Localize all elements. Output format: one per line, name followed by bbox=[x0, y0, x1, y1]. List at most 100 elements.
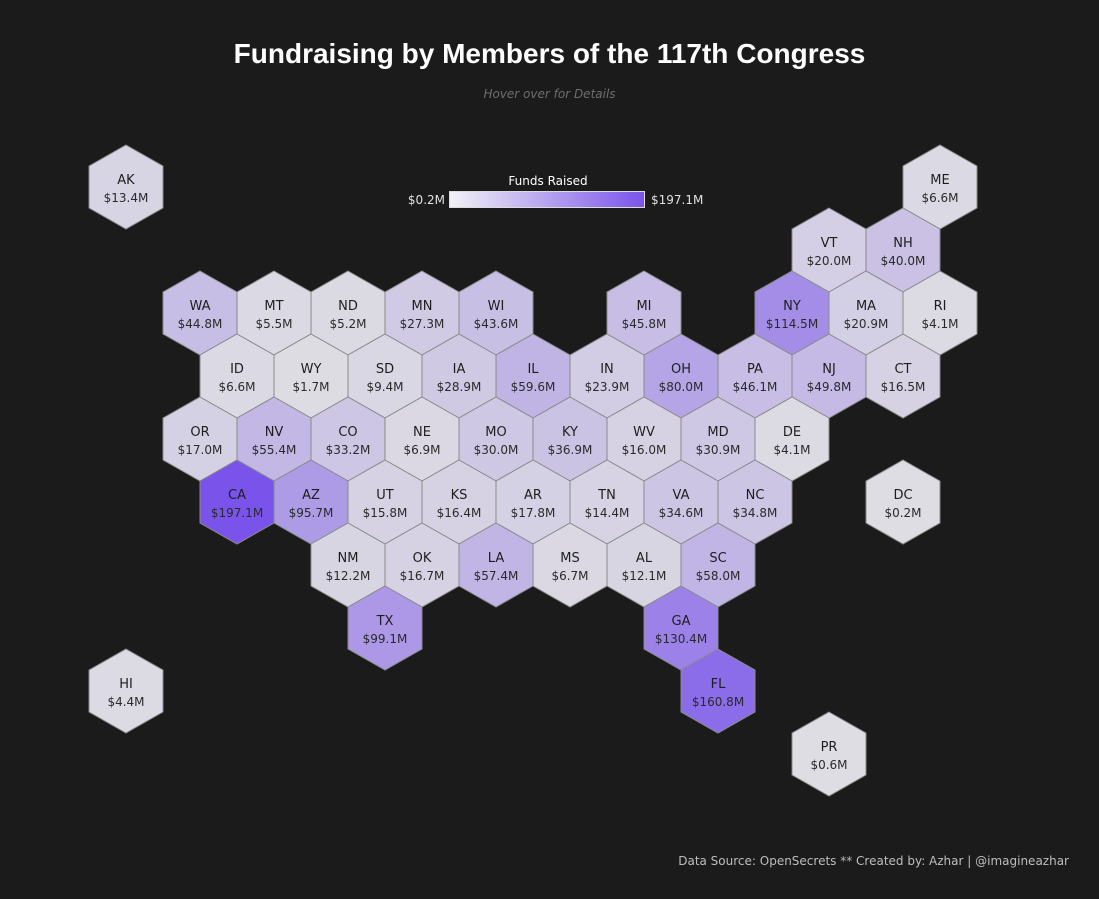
state-value-label: $16.5M bbox=[881, 380, 926, 394]
state-value-label: $57.4M bbox=[474, 569, 519, 583]
footer-credit: Data Source: OpenSecrets ** Created by: … bbox=[678, 854, 1069, 868]
state-code-label: CT bbox=[894, 362, 911, 377]
state-code-label: OK bbox=[413, 551, 432, 566]
state-code-label: MO bbox=[485, 425, 506, 440]
state-code-label: MD bbox=[707, 425, 728, 440]
state-value-label: $44.8M bbox=[178, 317, 223, 331]
state-value-label: $6.6M bbox=[921, 191, 958, 205]
state-value-label: $6.9M bbox=[403, 443, 440, 457]
state-code-label: NY bbox=[783, 299, 801, 314]
state-hex-dc[interactable]: DC $0.2M bbox=[865, 459, 941, 545]
state-value-label: $30.0M bbox=[474, 443, 519, 457]
state-code-label: DE bbox=[783, 425, 801, 440]
state-value-label: $99.1M bbox=[363, 632, 408, 646]
state-code-label: FL bbox=[711, 677, 726, 692]
state-code-label: NV bbox=[265, 425, 284, 440]
state-code-label: MN bbox=[412, 299, 433, 314]
state-value-label: $197.1M bbox=[211, 506, 263, 520]
state-value-label: $114.5M bbox=[766, 317, 818, 331]
state-value-label: $49.8M bbox=[807, 380, 852, 394]
state-value-label: $16.0M bbox=[622, 443, 667, 457]
state-value-label: $55.4M bbox=[252, 443, 297, 457]
state-value-label: $4.1M bbox=[921, 317, 958, 331]
state-code-label: HI bbox=[119, 677, 133, 692]
state-value-label: $4.1M bbox=[773, 443, 810, 457]
state-value-label: $27.3M bbox=[400, 317, 445, 331]
state-value-label: $5.5M bbox=[255, 317, 292, 331]
state-code-label: UT bbox=[376, 488, 394, 503]
state-hex-pr[interactable]: PR $0.6M bbox=[791, 711, 867, 797]
state-code-label: MT bbox=[264, 299, 283, 314]
state-code-label: IA bbox=[453, 362, 466, 377]
state-code-label: CA bbox=[228, 488, 246, 503]
state-value-label: $33.2M bbox=[326, 443, 371, 457]
state-code-label: IN bbox=[600, 362, 614, 377]
state-value-label: $40.0M bbox=[881, 254, 926, 268]
state-code-label: RI bbox=[934, 299, 947, 314]
state-value-label: $14.4M bbox=[585, 506, 630, 520]
state-code-label: WY bbox=[301, 362, 322, 377]
state-code-label: PR bbox=[821, 740, 838, 755]
state-code-label: MS bbox=[560, 551, 579, 566]
state-value-label: $34.8M bbox=[733, 506, 778, 520]
state-code-label: AZ bbox=[302, 488, 320, 503]
state-value-label: $13.4M bbox=[104, 191, 149, 205]
state-code-label: ND bbox=[338, 299, 358, 314]
state-code-label: WV bbox=[633, 425, 655, 440]
state-code-label: TX bbox=[376, 614, 394, 629]
state-code-label: KS bbox=[451, 488, 468, 503]
state-code-label: AL bbox=[636, 551, 653, 566]
state-code-label: SD bbox=[376, 362, 394, 377]
state-code-label: OH bbox=[671, 362, 691, 377]
state-value-label: $59.6M bbox=[511, 380, 556, 394]
state-code-label: VA bbox=[673, 488, 690, 503]
state-hex-ak[interactable]: AK $13.4M bbox=[88, 144, 164, 230]
state-code-label: IL bbox=[527, 362, 539, 377]
state-code-label: VT bbox=[821, 236, 838, 251]
state-value-label: $0.2M bbox=[884, 506, 921, 520]
state-code-label: TN bbox=[597, 488, 616, 503]
state-code-label: NJ bbox=[822, 362, 836, 377]
state-value-label: $95.7M bbox=[289, 506, 334, 520]
state-value-label: $46.1M bbox=[733, 380, 778, 394]
state-value-label: $43.6M bbox=[474, 317, 519, 331]
state-value-label: $9.4M bbox=[366, 380, 403, 394]
state-value-label: $1.7M bbox=[292, 380, 329, 394]
state-value-label: $20.0M bbox=[807, 254, 852, 268]
state-value-label: $16.4M bbox=[437, 506, 482, 520]
state-value-label: $20.9M bbox=[844, 317, 889, 331]
state-code-label: MA bbox=[856, 299, 876, 314]
state-code-label: MI bbox=[636, 299, 651, 314]
state-value-label: $58.0M bbox=[696, 569, 741, 583]
state-code-label: ID bbox=[230, 362, 244, 377]
state-value-label: $6.6M bbox=[218, 380, 255, 394]
state-value-label: $6.7M bbox=[551, 569, 588, 583]
state-value-label: $15.8M bbox=[363, 506, 408, 520]
state-code-label: CO bbox=[338, 425, 357, 440]
state-code-label: NH bbox=[893, 236, 913, 251]
state-code-label: NE bbox=[413, 425, 431, 440]
state-hex-hi[interactable]: HI $4.4M bbox=[88, 648, 164, 734]
state-value-label: $17.0M bbox=[178, 443, 223, 457]
state-value-label: $36.9M bbox=[548, 443, 593, 457]
state-code-label: SC bbox=[709, 551, 726, 566]
state-value-label: $5.2M bbox=[329, 317, 366, 331]
state-code-label: WA bbox=[189, 299, 210, 314]
state-code-label: DC bbox=[893, 488, 912, 503]
state-value-label: $45.8M bbox=[622, 317, 667, 331]
state-value-label: $28.9M bbox=[437, 380, 482, 394]
state-code-label: OR bbox=[190, 425, 209, 440]
state-code-label: NM bbox=[338, 551, 359, 566]
state-value-label: $4.4M bbox=[107, 695, 144, 709]
state-code-label: KY bbox=[562, 425, 578, 440]
state-code-label: GA bbox=[672, 614, 691, 629]
state-value-label: $34.6M bbox=[659, 506, 704, 520]
state-code-label: AK bbox=[117, 173, 135, 188]
state-code-label: AR bbox=[524, 488, 542, 503]
state-value-label: $80.0M bbox=[659, 380, 704, 394]
state-value-label: $30.9M bbox=[696, 443, 741, 457]
state-code-label: LA bbox=[488, 551, 505, 566]
state-value-label: $0.6M bbox=[810, 758, 847, 772]
state-value-label: $160.8M bbox=[692, 695, 744, 709]
state-code-label: ME bbox=[930, 173, 949, 188]
